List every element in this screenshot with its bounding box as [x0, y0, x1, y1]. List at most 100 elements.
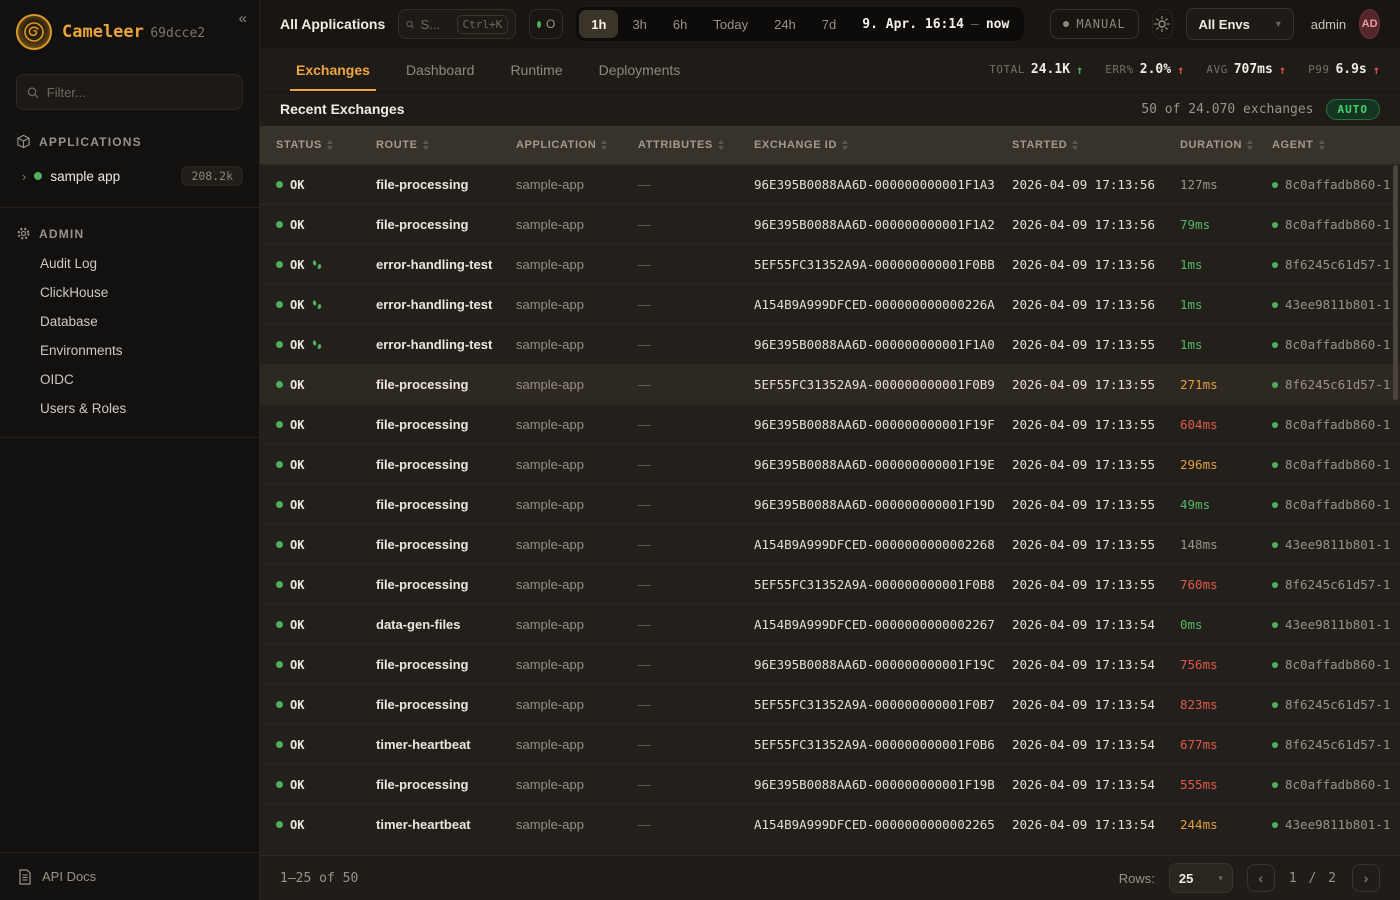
tab[interactable]: Exchanges [296, 48, 370, 91]
status-cell: OK [260, 778, 360, 792]
table-row[interactable]: OK timer-heartbeat sample-app — A154B9A9… [260, 804, 1400, 844]
sidebar-admin-item[interactable]: ClickHouse [0, 278, 259, 307]
time-range-display[interactable]: 9. Apr. 16:14 – now [850, 17, 1021, 32]
attributes-cell: — [622, 337, 738, 352]
prev-page-button[interactable]: ‹ [1247, 864, 1275, 892]
agent-cell: 8f6245c61d57-1 [1256, 737, 1400, 752]
agent-status-dot [1272, 302, 1278, 308]
status-cell: OK [260, 658, 360, 672]
column-header[interactable]: AGENT [1256, 139, 1400, 151]
column-header[interactable]: ATTRIBUTES [622, 139, 738, 151]
section-title: Recent Exchanges [280, 101, 405, 117]
exchange-id-cell: 96E395B0088AA6D-000000000001F19D [738, 497, 996, 512]
scrollbar-thumb[interactable] [1393, 165, 1398, 400]
table-row[interactable]: OK error-handling-test sample-app — 96E3… [260, 324, 1400, 364]
status-ok-dot [276, 581, 283, 588]
table-row[interactable]: OK file-processing sample-app — 96E395B0… [260, 444, 1400, 484]
sidebar-item-sample-app[interactable]: › sample app 208.2k [0, 159, 259, 193]
column-header[interactable]: DURATION [1164, 139, 1256, 151]
started-cell: 2026-04-09 17:13:54 [996, 657, 1164, 672]
next-page-button[interactable]: › [1352, 864, 1380, 892]
app-version: 69dcce2 [150, 26, 205, 41]
sidebar-admin-item[interactable]: Database [0, 307, 259, 336]
manual-refresh-button[interactable]: MANUAL [1050, 9, 1138, 39]
sidebar-footer[interactable]: API Docs [0, 852, 259, 900]
sidebar-admin-item[interactable]: Users & Roles [0, 394, 259, 423]
table-row[interactable]: OK file-processing sample-app — 96E395B0… [260, 644, 1400, 684]
status-ok-dot [276, 541, 283, 548]
tab[interactable]: Dashboard [406, 48, 475, 91]
sort-icon [1319, 140, 1325, 150]
duration-cell: 604ms [1164, 417, 1256, 432]
agent-status-dot [1272, 462, 1278, 468]
column-header[interactable]: ROUTE [360, 139, 500, 151]
sidebar-filter[interactable] [16, 74, 243, 110]
search-input[interactable] [421, 17, 451, 32]
stat-label: AVG [1206, 63, 1227, 76]
sidebar: Cameleer 69dcce2 « APPLICATIONS › sample… [0, 0, 260, 900]
status-cell: OK [260, 458, 360, 472]
time-range-button[interactable]: Today [701, 10, 760, 38]
sidebar-admin-item[interactable]: Environments [0, 336, 259, 365]
trend-arrow-icon: ↑ [1373, 63, 1380, 77]
exchange-id-cell: 5EF55FC31352A9A-000000000001F0B7 [738, 697, 996, 712]
sidebar-collapse-icon[interactable]: « [239, 10, 247, 27]
time-range-button[interactable]: 1h [579, 10, 618, 38]
route-cell: file-processing [360, 697, 500, 712]
column-header[interactable]: EXCHANGE ID [738, 139, 996, 151]
duration-cell: 127ms [1164, 177, 1256, 192]
status-ok-dot [276, 341, 283, 348]
table-row[interactable]: OK file-processing sample-app — 5EF55FC3… [260, 564, 1400, 604]
gear-icon [16, 226, 31, 241]
table-row[interactable]: OK file-processing sample-app — 96E395B0… [260, 484, 1400, 524]
table-row[interactable]: OK file-processing sample-app — 5EF55FC3… [260, 684, 1400, 724]
sidebar-admin-item[interactable]: OIDC [0, 365, 259, 394]
agent-cell: 8c0affadb860-1 [1256, 497, 1400, 512]
expand-chevron-icon[interactable]: › [22, 169, 26, 184]
table-row[interactable]: OK file-processing sample-app — 96E395B0… [260, 164, 1400, 204]
time-range-button[interactable]: 6h [661, 10, 699, 38]
column-label: APPLICATION [516, 139, 596, 151]
attributes-cell: — [622, 737, 738, 752]
theme-toggle-button[interactable] [1152, 9, 1173, 39]
table-header-row: STATUS ROUTE APPLICATION ATTRIBU [260, 126, 1400, 164]
table-row[interactable]: OK error-handling-test sample-app — A154… [260, 284, 1400, 324]
route-cell: file-processing [360, 577, 500, 592]
started-cell: 2026-04-09 17:13:55 [996, 497, 1164, 512]
time-range-button[interactable]: 3h [620, 10, 658, 38]
tab[interactable]: Deployments [599, 48, 681, 91]
global-search[interactable]: Ctrl+K [398, 9, 516, 39]
time-range-button[interactable]: 24h [762, 10, 808, 38]
agent-cell: 8f6245c61d57-1 [1256, 577, 1400, 592]
admin-section-header: ADMIN [0, 226, 259, 241]
online-status-button[interactable]: O [529, 9, 563, 39]
table-row[interactable]: OK file-processing sample-app — 5EF55FC3… [260, 364, 1400, 404]
table-row[interactable]: OK timer-heartbeat sample-app — 5EF55FC3… [260, 724, 1400, 764]
column-header[interactable]: APPLICATION [500, 139, 622, 151]
exchange-id-cell: A154B9A999DFCED-0000000000002268 [738, 537, 996, 552]
table-row[interactable]: OK file-processing sample-app — A154B9A9… [260, 524, 1400, 564]
table-row[interactable]: OK file-processing sample-app — 96E395B0… [260, 404, 1400, 444]
tab[interactable]: Runtime [510, 48, 562, 91]
filter-input[interactable] [47, 85, 232, 100]
table-row[interactable]: OK file-processing sample-app — 96E395B0… [260, 764, 1400, 804]
table-row[interactable]: OK file-processing sample-app — 96E395B0… [260, 204, 1400, 244]
time-range-button[interactable]: 7d [810, 10, 848, 38]
table-row[interactable]: OK error-handling-test sample-app — 5EF5… [260, 244, 1400, 284]
column-header[interactable]: STARTED [996, 139, 1164, 151]
sidebar-admin-item[interactable]: Audit Log [0, 249, 259, 278]
auto-refresh-badge[interactable]: AUTO [1326, 99, 1381, 120]
column-header[interactable]: STATUS [260, 139, 360, 151]
agent-cell: 8c0affadb860-1 [1256, 337, 1400, 352]
route-cell: file-processing [360, 177, 500, 192]
api-docs-link[interactable]: API Docs [42, 869, 96, 884]
started-cell: 2026-04-09 17:13:56 [996, 297, 1164, 312]
rows-per-page-select[interactable]: 25 ▾ [1169, 863, 1233, 893]
env-select[interactable]: All Envs ▾ [1186, 8, 1294, 40]
column-label: AGENT [1272, 139, 1314, 151]
status-cell: OK [260, 378, 360, 392]
route-cell: file-processing [360, 377, 500, 392]
table-row[interactable]: OK data-gen-files sample-app — A154B9A99… [260, 604, 1400, 644]
stat: ERR% 2.0% ↑ [1105, 62, 1184, 77]
avatar[interactable]: AD [1359, 9, 1380, 39]
